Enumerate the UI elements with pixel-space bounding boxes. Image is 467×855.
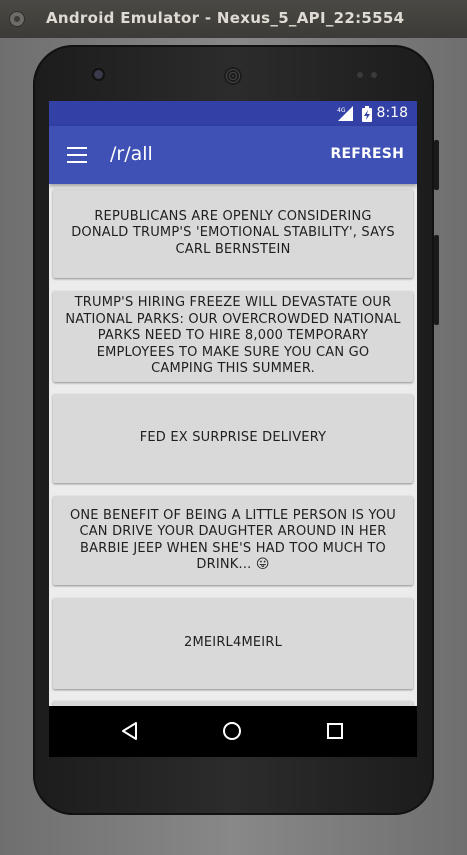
- power-button[interactable]: [434, 140, 439, 190]
- app-toolbar: /r/all REFRESH: [49, 126, 417, 184]
- network-type-label: 4G: [337, 107, 346, 114]
- post-card[interactable]: 2MEIRL4MEIRL: [53, 598, 413, 689]
- home-icon[interactable]: [221, 720, 243, 742]
- refresh-button[interactable]: REFRESH: [331, 146, 404, 162]
- navigation-bar: [49, 706, 417, 757]
- recents-icon[interactable]: [324, 720, 346, 742]
- post-list[interactable]: REPUBLICANS ARE OPENLY CONSIDERING DONAL…: [49, 184, 417, 706]
- post-title: ONE BENEFIT OF BEING A LITTLE PERSON IS …: [69, 507, 397, 573]
- volume-button[interactable]: [434, 235, 439, 325]
- emulator-title-bar: Android Emulator - Nexus_5_API_22:5554: [0, 0, 467, 38]
- post-card[interactable]: FED EX SURPRISE DELIVERY: [53, 394, 413, 483]
- earpiece-speaker-icon: [224, 67, 242, 85]
- post-title: 2MEIRL4MEIRL: [183, 635, 283, 651]
- page-title: /r/all: [110, 143, 153, 165]
- clock: 8:18: [376, 105, 408, 121]
- post-title: FED EX SURPRISE DELIVERY: [139, 430, 327, 446]
- post-card[interactable]: REPUBLICANS ARE OPENLY CONSIDERING DONAL…: [53, 189, 413, 278]
- light-sensor-icon: [371, 72, 377, 78]
- front-camera-icon: [94, 70, 103, 79]
- device-screen: 4G 8:18 /r/all REFRESH REPUBLICANS ARE O…: [49, 101, 417, 757]
- status-bar: 4G 8:18: [49, 101, 417, 126]
- proximity-sensor-icon: [357, 72, 363, 78]
- hamburger-menu-icon[interactable]: [67, 147, 87, 163]
- post-card[interactable]: ONE BENEFIT OF BEING A LITTLE PERSON IS …: [53, 496, 413, 585]
- battery-charging-icon: [362, 106, 372, 122]
- window-title: Android Emulator - Nexus_5_API_22:5554: [46, 9, 405, 27]
- post-card[interactable]: TRUMP'S HIRING FREEZE WILL DEVASTATE OUR…: [53, 291, 413, 382]
- post-title: REPUBLICANS ARE OPENLY CONSIDERING DONAL…: [71, 208, 395, 257]
- post-title: TRUMP'S HIRING FREEZE WILL DEVASTATE OUR…: [65, 295, 401, 377]
- cell-signal-icon: 4G: [337, 106, 353, 121]
- window-close-button[interactable]: [9, 11, 25, 27]
- back-icon[interactable]: [119, 720, 141, 742]
